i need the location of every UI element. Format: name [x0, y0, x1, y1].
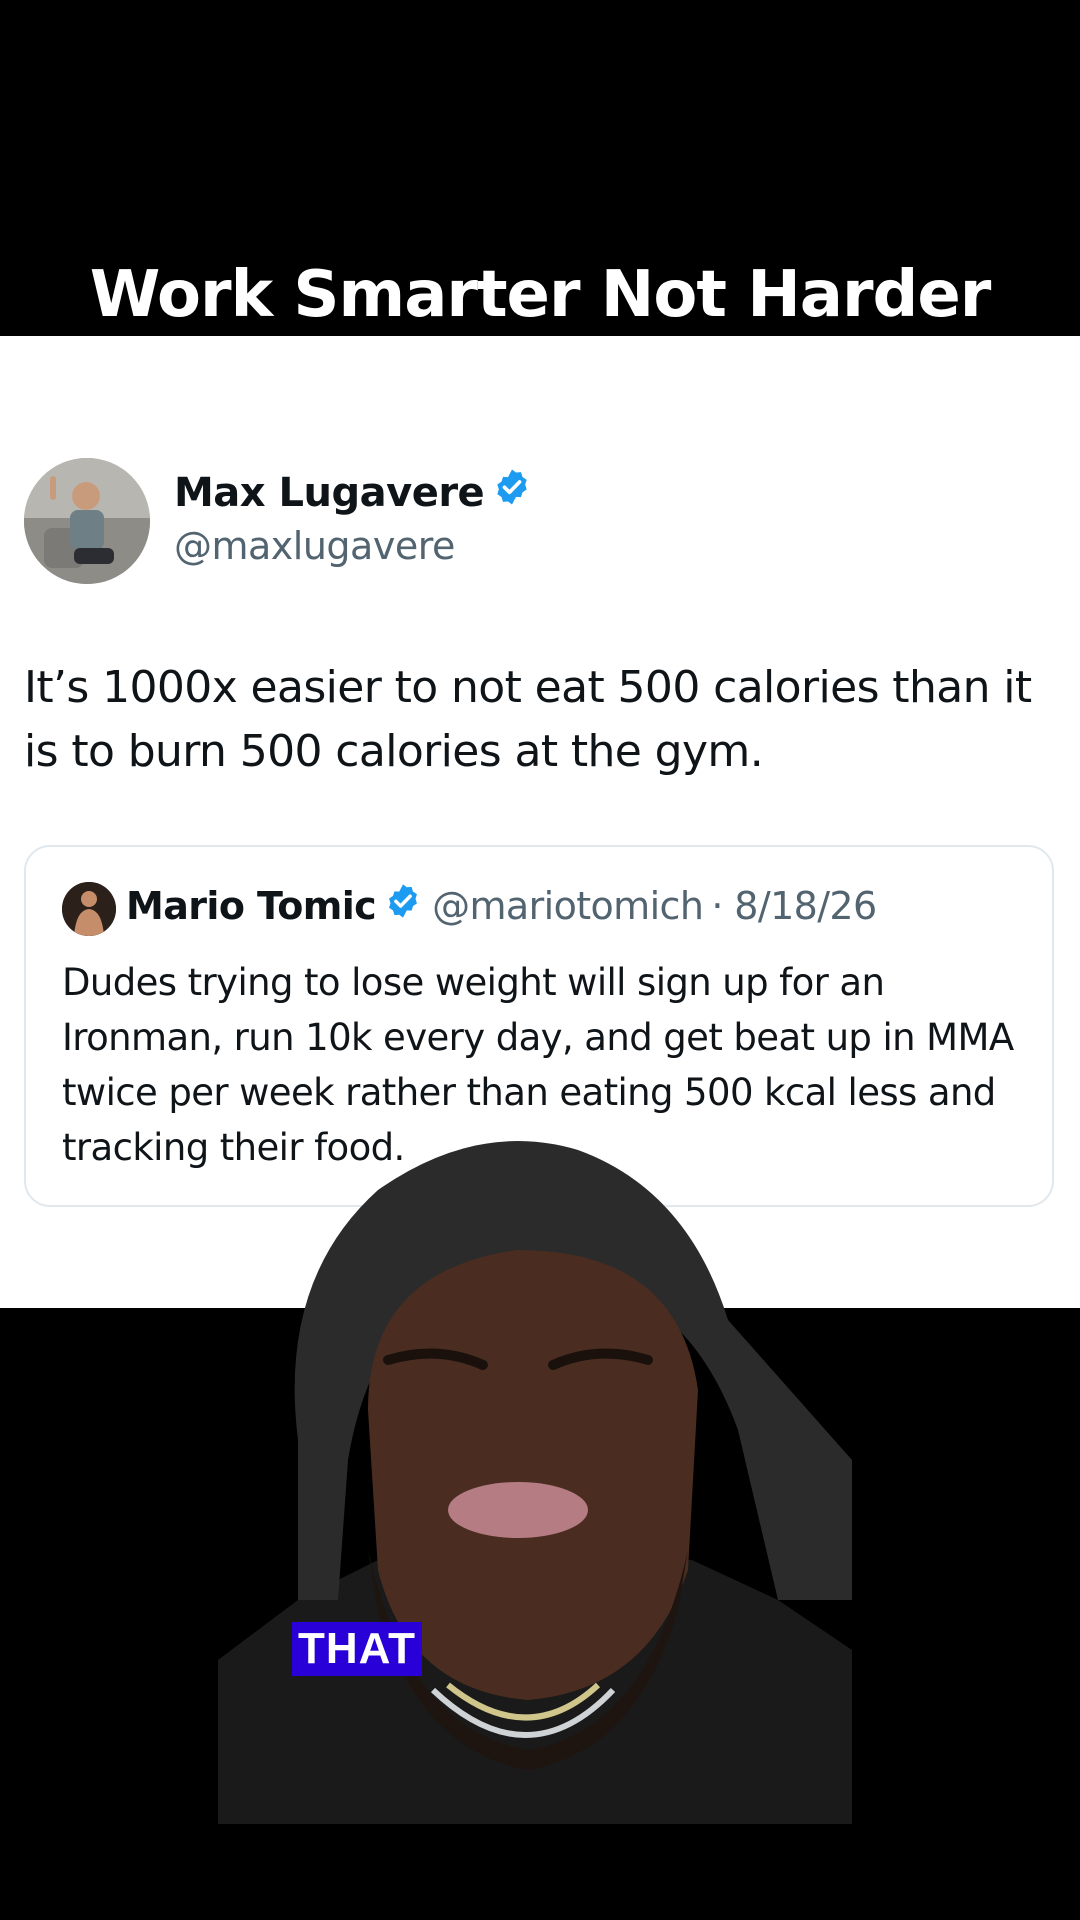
quoted-tweet-header: Mario Tomic @mariotomich · 8/18/26 — [126, 884, 877, 929]
author-name-text: Max Lugavere — [174, 470, 485, 516]
quoted-author-avatar[interactable] — [62, 882, 116, 936]
quoted-author-name[interactable]: Mario Tomic — [126, 884, 377, 928]
author-name[interactable]: Max Lugavere — [174, 467, 532, 517]
quoted-author-handle[interactable]: @mariotomich — [432, 884, 704, 928]
author-avatar[interactable] — [24, 458, 150, 584]
verified-badge-icon — [384, 882, 422, 929]
subtitle-caption: THAT — [292, 1622, 423, 1676]
quoted-tweet-date: · 8/18/26 — [711, 884, 877, 928]
creator-webcam-overlay — [218, 1130, 853, 1824]
video-title: Work Smarter Not Harder — [89, 258, 992, 332]
verified-badge-icon — [492, 467, 532, 517]
author-handle[interactable]: @maxlugavere — [174, 524, 455, 568]
tweet-text: It’s 1000x easier to not eat 500 calorie… — [24, 662, 1032, 777]
